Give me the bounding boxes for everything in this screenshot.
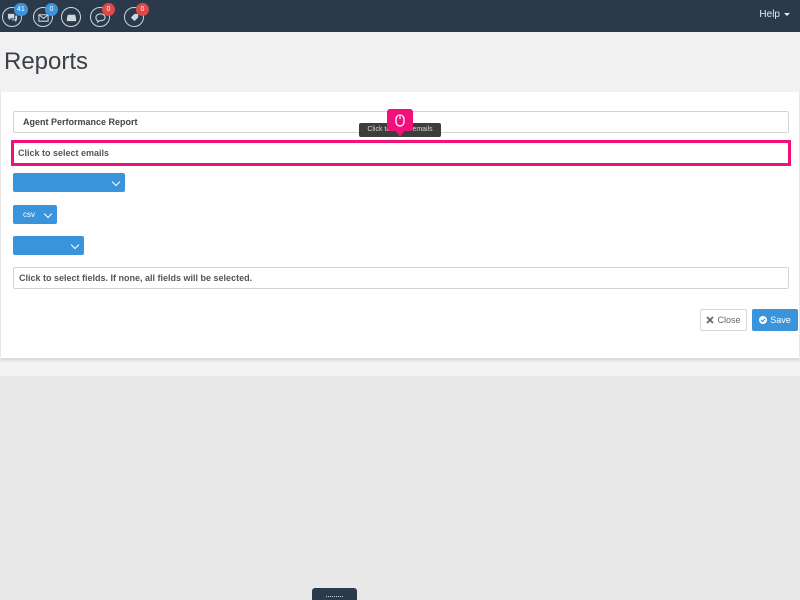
check-circle-icon: [759, 316, 768, 324]
mail-badge: 0: [45, 3, 58, 16]
tags-badge: 0: [136, 3, 149, 16]
caret-down-icon: [784, 13, 790, 16]
mail-nav-button[interactable]: 0: [33, 3, 58, 27]
chat-nav-button[interactable]: 41: [2, 3, 28, 27]
fields-select-input[interactable]: Click to select fields. If none, all fie…: [13, 267, 789, 289]
save-button[interactable]: Save: [752, 309, 798, 331]
chevron-down-icon: [43, 209, 53, 219]
bottom-handle[interactable]: [312, 588, 357, 600]
close-label: Close: [717, 315, 741, 325]
emails-select-input[interactable]: Click to select emails: [13, 142, 789, 164]
report-option-select[interactable]: [13, 173, 125, 192]
mouse-icon: [395, 113, 405, 127]
format-value: csv: [23, 210, 35, 219]
inbox-nav-button[interactable]: [61, 7, 81, 27]
chevron-down-icon: [70, 240, 80, 250]
mouse-click-marker: [387, 109, 413, 137]
messages-nav-button[interactable]: 0: [90, 3, 115, 27]
top-navbar: 41 0 0 0 Help: [0, 0, 800, 32]
close-button[interactable]: Close: [700, 309, 747, 331]
chats-badge: 41: [14, 3, 28, 16]
save-label: Save: [770, 315, 791, 325]
page-title: Reports: [4, 48, 89, 75]
help-label: Help: [759, 9, 780, 20]
panel-footer-strip: [0, 362, 800, 376]
inbox-icon: [66, 14, 76, 21]
grip-icon: [326, 596, 343, 597]
messages-badge: 0: [102, 3, 115, 16]
chevron-down-icon: [111, 177, 121, 187]
close-icon: [706, 316, 715, 324]
schedule-select[interactable]: [13, 236, 84, 255]
page-header: Reports: [0, 32, 800, 92]
help-menu[interactable]: Help: [759, 9, 790, 20]
format-select[interactable]: csv: [13, 205, 57, 224]
tags-nav-button[interactable]: 0: [124, 3, 149, 27]
